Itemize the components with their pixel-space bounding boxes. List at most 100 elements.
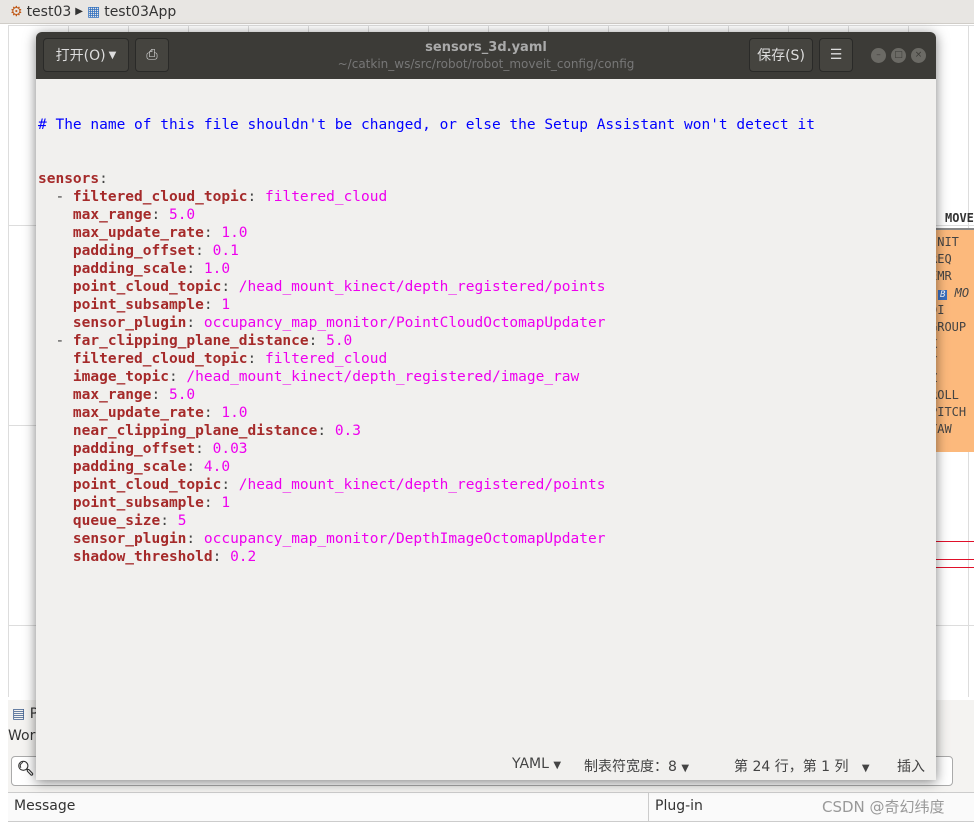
row: REQ [936,252,952,266]
comment-line: # The name of this file shouldn't be cha… [38,117,815,133]
yaml-value: 1.0 [221,405,248,421]
yaml-value: 5.0 [168,387,196,403]
language-label: YAML [512,756,549,772]
yaml-key: sensors [38,171,100,187]
panel-label: Wor [8,728,36,744]
connector-line [936,567,974,568]
watermark: CSDN @奇幻纬度 [822,798,945,816]
column-message[interactable]: Message [14,798,75,814]
row: MO [954,286,970,300]
code-line: padding_offset: 0.03 [72,441,248,457]
code-line: sensors: [38,171,108,187]
save-button[interactable]: 保存(S) [749,38,813,72]
yaml-key: padding_offset [72,243,196,259]
menu-button[interactable]: ☰ [819,38,853,72]
maximize-icon[interactable]: □ [891,48,906,63]
chevron-down-icon: ▼ [861,763,870,774]
yaml-key: point_subsample [72,297,204,313]
yaml-key: image_topic [72,369,169,385]
yaml-value: filtered_cloud [265,189,388,205]
row: PITCH [936,405,967,419]
column-plugin[interactable]: Plug-in [655,798,703,814]
chevron-down-icon: ▼ [553,760,562,771]
project-icon: ⚙ [10,3,23,20]
hamburger-icon: ☰ [829,47,843,63]
yaml-key: sensor_plugin [72,531,187,547]
yaml-value: 5 [177,513,187,529]
row: X [936,337,974,354]
yaml-key: padding_scale [72,261,187,277]
minimize-icon[interactable]: – [871,48,886,63]
yaml-value: 1 [221,297,231,313]
code-line: shadow_threshold: 0.2 [72,549,257,565]
position-label: 第 24 行，第 1 列 [734,759,849,775]
tab-width-selector[interactable]: 制表符宽度：8 ▼ [584,756,689,776]
close-icon[interactable]: × [911,48,926,63]
code-line: point_cloud_topic: /head_mount_kinect/de… [72,477,606,493]
yaml-key: point_cloud_topic [72,477,222,493]
table-icon: ▤ [12,706,26,722]
yaml-value: filtered_cloud [265,351,388,367]
yaml-value: /head_mount_kinect/depth_registered/poin… [238,279,606,295]
yaml-value: 1.0 [221,225,248,241]
panel-header: MOVE [945,211,974,225]
yaml-value: occupancy_map_monitor/PointCloudOctomapU… [203,315,606,331]
yaml-key: max_range [72,207,152,223]
insert-mode[interactable]: 插入 [897,756,925,776]
yaml-value: 1.0 [203,261,231,277]
state-block[interactable]: INIT REQ EMR B MO DI GROUP X Y Z ROLL PI… [936,228,974,452]
code-line: point_subsample: 1 [72,297,231,313]
yaml-key: filtered_cloud_topic [72,351,248,367]
yaml-value: 0.1 [212,243,239,259]
row: YAW [936,422,952,436]
row: INIT [936,235,959,249]
yaml-value: /head_mount_kinect/depth_registered/imag… [186,369,580,385]
panel-tab[interactable]: ▤ P [12,706,38,722]
cursor-position[interactable]: 第 24 行，第 1 列 ▼ [734,756,870,776]
yaml-value: 5.0 [168,207,196,223]
code-line: max_range: 5.0 [72,207,196,223]
code-line: filtered_cloud_topic: filtered_cloud [72,351,388,367]
yaml-key: queue_size [72,513,161,529]
yaml-value: /head_mount_kinect/depth_registered/poin… [238,477,606,493]
yaml-key: point_subsample [72,495,204,511]
table-header: Message Plug-in CSDN @奇幻纬度 [8,792,974,822]
code-line: near_clipping_plane_distance: 0.3 [72,423,362,439]
yaml-key: shadow_threshold [72,549,213,565]
breadcrumb-app[interactable]: test03App [104,4,176,20]
code-line: padding_offset: 0.1 [72,243,239,259]
connector-line [936,541,974,542]
row: Z [936,371,974,388]
text-editor[interactable]: # The name of this file shouldn't be cha… [38,80,815,566]
code-line: - filtered_cloud_topic: filtered_cloud [38,189,388,205]
code-line: point_subsample: 1 [72,495,231,511]
yaml-key: near_clipping_plane_distance [72,423,318,439]
breadcrumb-project[interactable]: test03 [27,4,72,20]
code-line: max_update_rate: 1.0 [72,225,248,241]
yaml-value: 0.3 [334,423,362,439]
yaml-key: max_update_rate [72,225,204,241]
breadcrumb: ⚙ test03 ▶ ▦ test03App [0,0,974,24]
yaml-value: 5.0 [326,333,353,349]
code-line: padding_scale: 4.0 [72,459,231,475]
row: Y [936,354,974,371]
save-label: 保存(S) [757,48,805,64]
chevron-down-icon: ▼ [681,763,690,774]
b-icon: B [938,290,948,300]
app-icon: ▦ [86,3,101,20]
yaml-key: sensor_plugin [72,315,187,331]
yaml-value: 4.0 [203,459,231,475]
yaml-key: padding_scale [72,459,187,475]
breadcrumb-arrow-icon: ▶ [75,6,83,17]
yaml-key: max_update_rate [72,405,204,421]
code-line: queue_size: 5 [72,513,187,529]
yaml-key: far_clipping_plane_distance [72,333,309,349]
code-line: - far_clipping_plane_distance: 5.0 [38,333,353,349]
code-line: padding_scale: 1.0 [72,261,231,277]
yaml-value: occupancy_map_monitor/DepthImageOctomapU… [203,531,606,547]
code-line: sensor_plugin: occupancy_map_monitor/Dep… [72,531,606,547]
search-icon: 🔍︎ [17,761,35,777]
language-selector[interactable]: YAML ▼ [512,756,561,772]
gedit-window: 打开(O) ▼ ⎙ sensors_3d.yaml ~/catkin_ws/src… [36,32,936,780]
yaml-value: 0.03 [212,441,248,457]
